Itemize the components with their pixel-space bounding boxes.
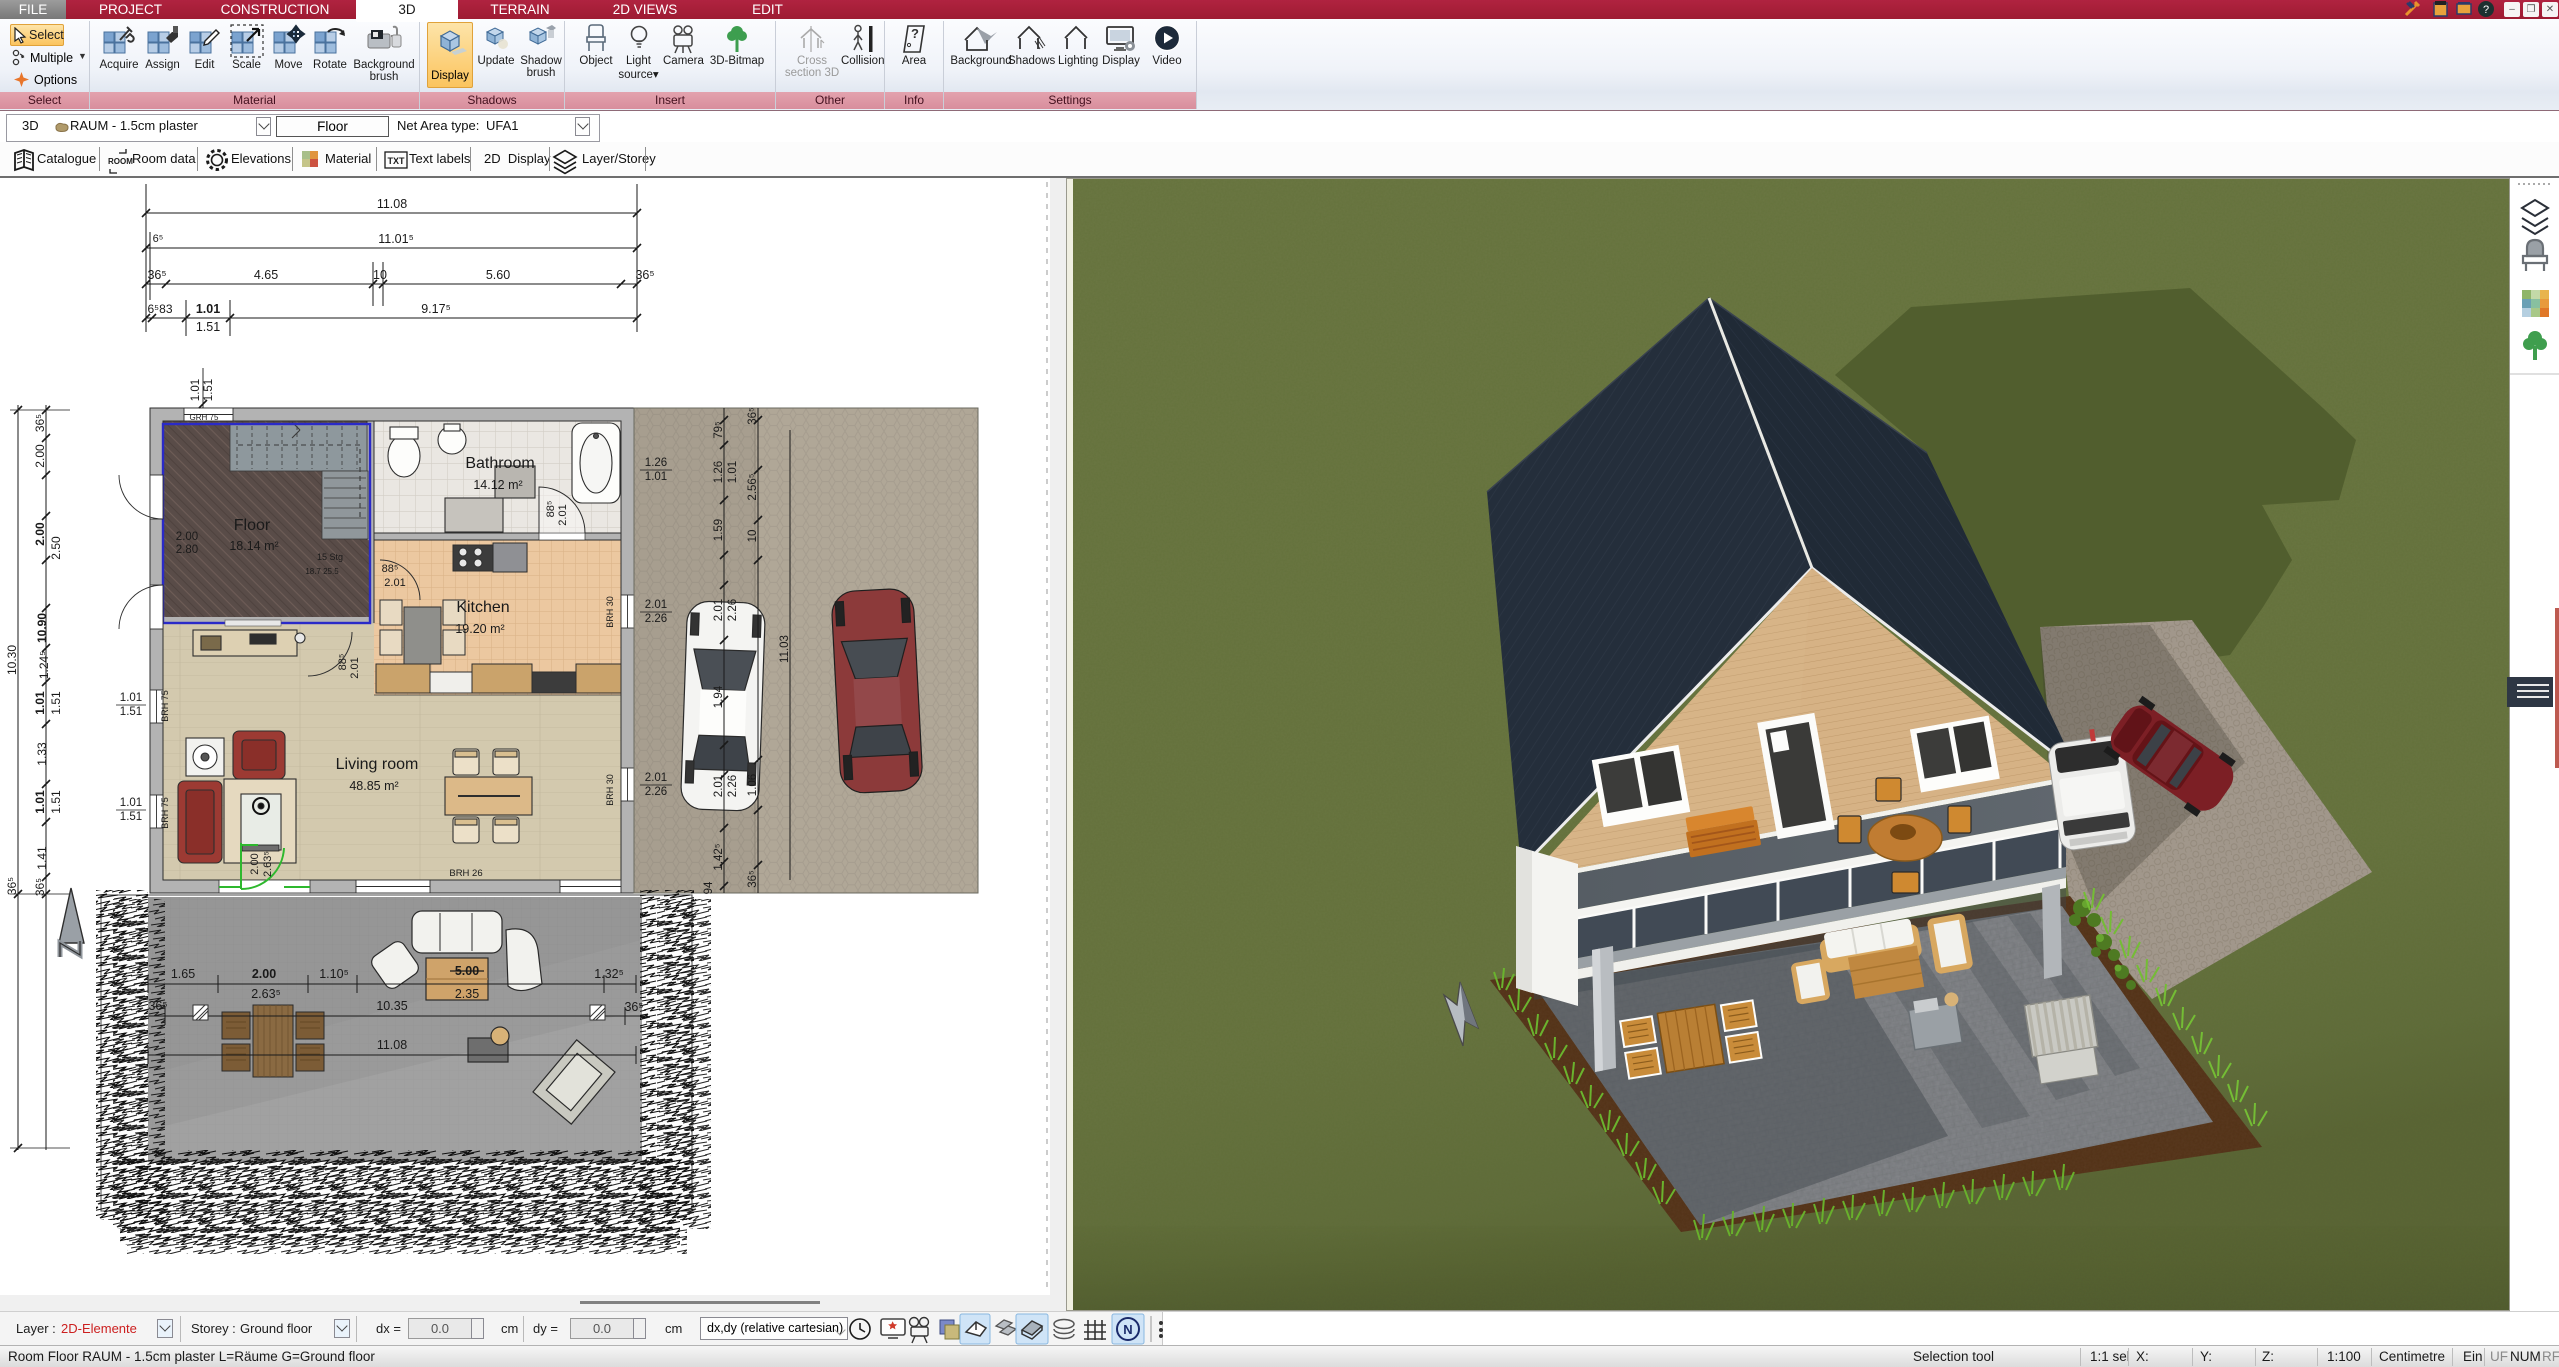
svg-text:1.10⁵: 1.10⁵ [319, 967, 349, 981]
svg-text:2.56⁵: 2.56⁵ [747, 473, 759, 500]
svg-text:15 Stg: 15 Stg [317, 552, 343, 562]
svg-text:36⁵: 36⁵ [747, 870, 759, 888]
svg-text:19.20 m²: 19.20 m² [455, 622, 504, 636]
svg-text:36⁵: 36⁵ [635, 268, 654, 282]
svg-text:BRH 30: BRH 30 [605, 774, 615, 806]
svg-text:1.42⁵: 1.42⁵ [713, 843, 725, 870]
svg-text:4.65: 4.65 [254, 268, 278, 282]
svg-text:TXT: TXT [388, 156, 406, 166]
svg-text:1.51: 1.51 [203, 379, 215, 401]
svg-text:1.65: 1.65 [171, 967, 195, 981]
svg-text:36⁵: 36⁵ [33, 878, 47, 896]
svg-text:18.14 m²: 18.14 m² [229, 539, 278, 553]
svg-text:1.26: 1.26 [713, 461, 725, 483]
svg-text:N: N [1123, 1322, 1132, 1337]
svg-text:2.00: 2.00 [249, 853, 261, 874]
svg-text:10.90: 10.90 [35, 613, 49, 643]
svg-text:1.01: 1.01 [190, 379, 202, 401]
svg-text:ROOM: ROOM [108, 157, 133, 166]
svg-text:88⁵: 88⁵ [382, 563, 399, 575]
svg-text:2.26: 2.26 [727, 599, 739, 621]
svg-text:36⁵: 36⁵ [5, 877, 19, 895]
svg-text:Living room: Living room [336, 756, 419, 773]
svg-text:2.00: 2.00 [33, 444, 47, 468]
svg-text:GRH 75: GRH 75 [190, 413, 219, 422]
svg-text:11.08: 11.08 [377, 197, 407, 211]
svg-text:14.12 m²: 14.12 m² [473, 478, 522, 492]
svg-text:2.50: 2.50 [49, 536, 63, 560]
svg-text:1.26: 1.26 [645, 457, 667, 469]
svg-text:1.51: 1.51 [120, 811, 142, 823]
svg-text:1.01: 1.01 [33, 790, 47, 814]
svg-text:1.41: 1.41 [35, 846, 49, 870]
svg-text:2.01: 2.01 [645, 772, 667, 784]
svg-text:94: 94 [703, 881, 715, 894]
svg-text:1.01: 1.01 [120, 797, 142, 809]
svg-text:2.26: 2.26 [645, 613, 667, 625]
svg-text:BRH 26: BRH 26 [449, 868, 482, 879]
svg-text:1.06: 1.06 [747, 774, 759, 796]
svg-text:2.26: 2.26 [645, 786, 667, 798]
svg-text:1.01: 1.01 [196, 302, 220, 316]
svg-text:18.7 25.5: 18.7 25.5 [305, 567, 339, 576]
svg-text:11.01⁵: 11.01⁵ [378, 232, 414, 246]
svg-text:9.17⁵: 9.17⁵ [421, 302, 451, 316]
svg-text:1.59: 1.59 [713, 519, 725, 541]
svg-text:2.63⁵: 2.63⁵ [262, 851, 274, 877]
svg-text:1.51: 1.51 [196, 320, 220, 334]
svg-text:1.01: 1.01 [645, 471, 667, 483]
svg-text:1.24⁵: 1.24⁵ [37, 651, 51, 679]
svg-text:2.01: 2.01 [349, 657, 361, 678]
svg-text:1.51: 1.51 [49, 691, 63, 715]
svg-text:6⁵83: 6⁵83 [148, 302, 173, 316]
svg-text:10.35: 10.35 [376, 999, 407, 1013]
svg-text:2.01: 2.01 [645, 599, 667, 611]
svg-text:2.01: 2.01 [557, 504, 569, 525]
svg-text:36⁵: 36⁵ [747, 407, 759, 425]
svg-text:?: ? [911, 26, 919, 41]
svg-text:BRH 75: BRH 75 [160, 797, 170, 829]
svg-text:36⁵: 36⁵ [33, 414, 47, 432]
svg-text:1.01: 1.01 [727, 461, 739, 483]
svg-text:10: 10 [747, 530, 759, 543]
svg-text:Bathroom: Bathroom [465, 455, 534, 472]
svg-text:2.63⁵: 2.63⁵ [251, 987, 281, 1001]
svg-text:2.35: 2.35 [455, 987, 479, 1001]
svg-text:2.01: 2.01 [384, 577, 405, 589]
svg-text:1.01: 1.01 [120, 692, 142, 704]
svg-text:2.00: 2.00 [176, 531, 198, 543]
svg-text:1.94: 1.94 [713, 685, 725, 708]
svg-text:79⁵: 79⁵ [713, 421, 725, 439]
svg-text:1.33: 1.33 [35, 742, 49, 766]
svg-text:10.30: 10.30 [5, 645, 19, 675]
svg-text:1.01: 1.01 [33, 691, 47, 715]
svg-text:Kitchen: Kitchen [456, 599, 509, 616]
svg-text:2.80: 2.80 [176, 544, 198, 556]
svg-text:2.26: 2.26 [727, 775, 739, 797]
svg-text:BRH 30: BRH 30 [605, 596, 615, 628]
svg-text:1.32⁵: 1.32⁵ [594, 967, 624, 981]
svg-text:1.51: 1.51 [49, 790, 63, 814]
svg-text:Floor: Floor [234, 517, 271, 534]
svg-text:6⁵: 6⁵ [153, 233, 164, 245]
svg-text:2.00: 2.00 [252, 967, 276, 981]
svg-text:10: 10 [373, 268, 387, 282]
svg-text:88⁵: 88⁵ [545, 501, 557, 518]
svg-text:2.01: 2.01 [713, 599, 725, 621]
svg-text:48.85 m²: 48.85 m² [349, 779, 398, 793]
svg-text:36⁵: 36⁵ [147, 268, 166, 282]
svg-text:36⁵: 36⁵ [624, 1000, 643, 1014]
svg-text:36⁵: 36⁵ [148, 999, 167, 1013]
svg-text:1.51: 1.51 [120, 706, 142, 718]
svg-text:2.01: 2.01 [713, 775, 725, 797]
svg-text:?: ? [2483, 4, 2489, 16]
svg-text:5.60: 5.60 [486, 268, 510, 282]
svg-text:88⁵: 88⁵ [337, 654, 349, 671]
svg-text:11.08: 11.08 [377, 1038, 407, 1052]
svg-text:11.03: 11.03 [779, 635, 791, 663]
svg-text:BRH 75: BRH 75 [160, 690, 170, 722]
svg-text:2.00: 2.00 [33, 522, 47, 546]
